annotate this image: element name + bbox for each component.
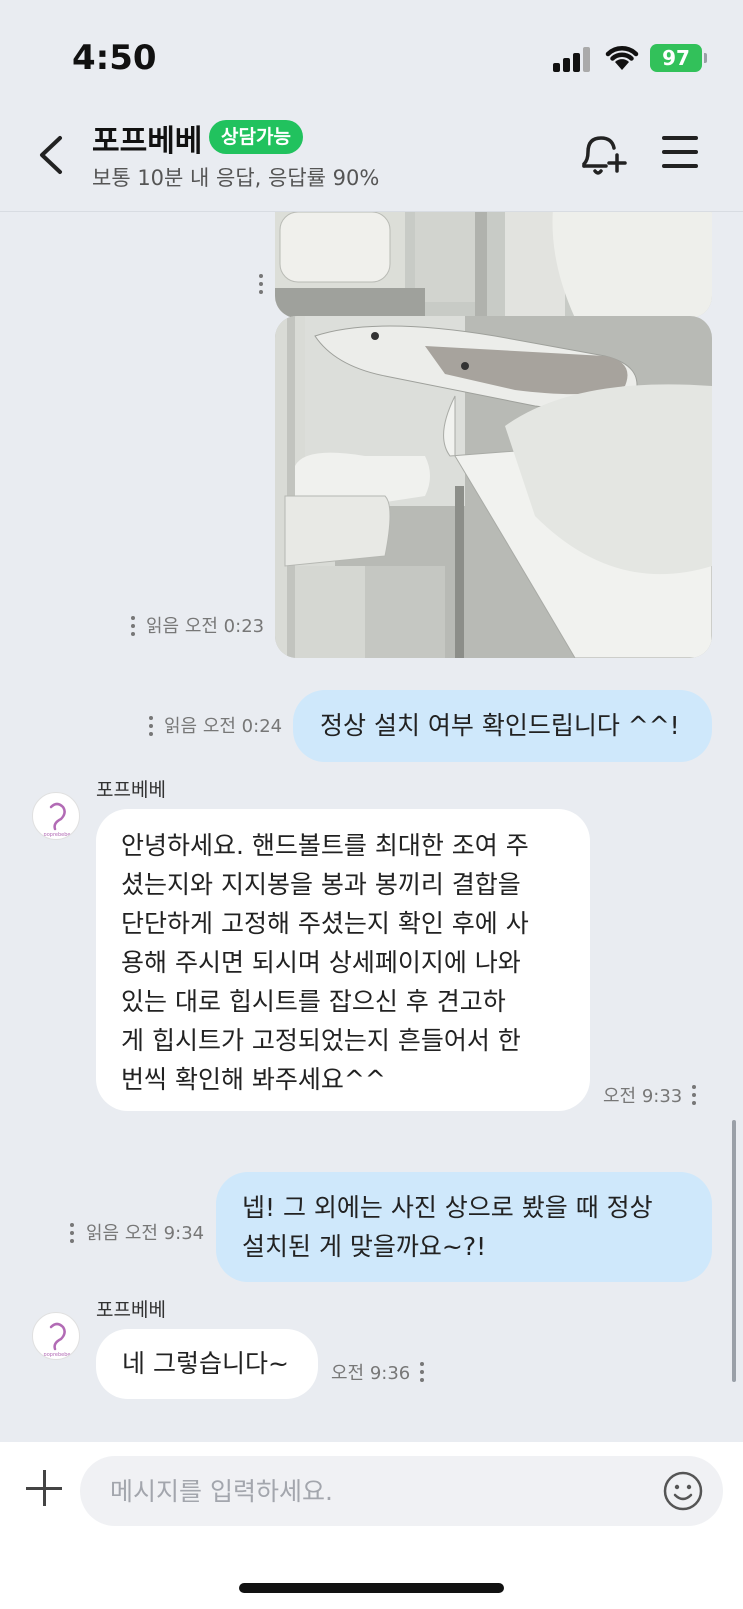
more-vertical-icon[interactable] [146, 714, 156, 738]
more-vertical-icon[interactable] [417, 1360, 427, 1384]
home-indicator [239, 1583, 504, 1593]
message-meta: 읽음 오전 0:24 [164, 716, 283, 737]
message-input[interactable] [80, 1456, 723, 1526]
chat-messages[interactable]: 읽음 오전 0:23 읽음 오전 0:24 정상 설치 여부 확인드립니다 ^^… [0, 212, 743, 1442]
sender-name: 포프베베 [96, 1299, 166, 1321]
avatar-logo-text: poprebebe [44, 832, 71, 838]
more-vertical-icon[interactable] [689, 1083, 699, 1107]
message-line: 번씩 확인해 봐주세요^^ [121, 1065, 386, 1094]
sender-name: 포프베베 [96, 779, 166, 801]
message-text: 네 그렇습니다~ [122, 1349, 289, 1378]
message-input-bar [0, 1442, 743, 1609]
my-message[interactable]: 넵! 그 외에는 사진 상으로 봤을 때 정상 설치된 게 맞을까요~?! [216, 1172, 712, 1282]
message-line: 설치된 게 맞을까요~?! [242, 1232, 487, 1261]
back-icon[interactable] [30, 130, 74, 180]
status-bar: 4:50 97 [0, 0, 743, 100]
emoji-icon[interactable] [662, 1470, 704, 1512]
message-meta: 읽음 오전 0:23 [146, 616, 265, 637]
avatar[interactable]: poprebebe [32, 792, 80, 840]
message-meta: 오전 9:33 [603, 1086, 683, 1107]
chat-title: 포프베베 [92, 124, 203, 159]
status-time: 4:50 [72, 38, 157, 78]
scrollbar[interactable] [732, 1120, 736, 1382]
their-message[interactable]: 네 그렇습니다~ [96, 1329, 318, 1399]
message-line: 넵! 그 외에는 사진 상으로 봤을 때 정상 [242, 1193, 653, 1222]
message-meta: 읽음 오전 9:34 [86, 1223, 205, 1244]
message-line: 게 힙시트가 고정되었는지 흔들어서 한 [121, 1026, 521, 1055]
message-photo[interactable] [275, 316, 712, 658]
more-vertical-icon[interactable] [128, 614, 138, 638]
response-info: 보통 10분 내 응답, 응답률 90% [92, 166, 380, 190]
message-line: 있는 대로 힙시트를 잡으신 후 견고하 [121, 987, 506, 1016]
more-vertical-icon[interactable] [67, 1221, 77, 1245]
their-message[interactable]: 안녕하세요. 핸드볼트를 최대한 조여 주 셨는지와 지지봉을 봉과 봉끼리 결… [96, 809, 590, 1111]
message-text: 정상 설치 여부 확인드립니다 ^^! [320, 711, 680, 740]
message-photo[interactable] [275, 212, 712, 318]
avatar[interactable]: poprebebe [32, 1312, 80, 1360]
my-message[interactable]: 정상 설치 여부 확인드립니다 ^^! [293, 690, 712, 762]
chat-header: 포프베베 상담가능 보통 10분 내 응답, 응답률 90% [0, 100, 743, 212]
wifi-icon [605, 46, 639, 70]
more-vertical-icon[interactable] [256, 272, 266, 296]
message-meta: 오전 9:36 [331, 1363, 411, 1384]
message-line: 용해 주시면 되시며 상세페이지에 나와 [121, 948, 521, 977]
message-line: 안녕하세요. 핸드볼트를 최대한 조여 주 [121, 831, 529, 860]
avatar-logo-text: poprebebe [44, 1352, 71, 1358]
message-line: 셨는지와 지지봉을 봉과 봉끼리 결합을 [121, 870, 521, 899]
battery-icon: 97 [650, 44, 707, 72]
menu-icon[interactable] [658, 132, 702, 172]
status-badge: 상담가능 [209, 120, 303, 154]
bell-plus-icon[interactable] [574, 128, 628, 182]
cellular-signal-icon [553, 46, 593, 72]
message-line: 단단하게 고정해 주셨는지 확인 후에 사 [121, 909, 529, 938]
plus-icon[interactable] [24, 1468, 64, 1508]
